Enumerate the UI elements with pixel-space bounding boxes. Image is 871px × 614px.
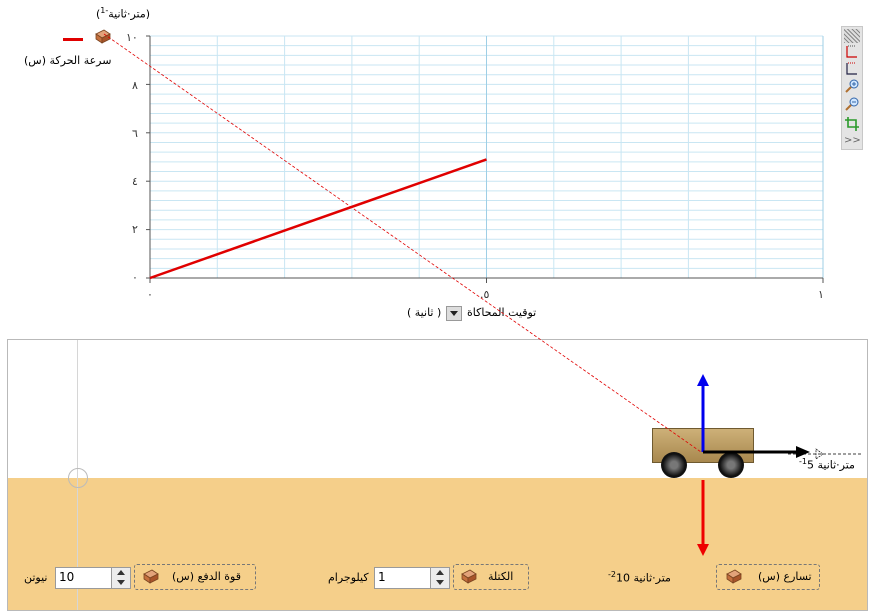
mass-input[interactable]: [375, 568, 429, 586]
mass-decrement-button[interactable]: [431, 578, 449, 588]
mass-spinner[interactable]: [374, 567, 450, 589]
mass-label: الكتلة: [488, 570, 514, 583]
mass-spinner-buttons: [430, 568, 449, 588]
force-spinner-buttons: [111, 568, 130, 588]
force-decrement-button[interactable]: [112, 578, 130, 588]
acceleration-label: تسارع (س): [758, 570, 812, 583]
force-input[interactable]: [56, 568, 110, 586]
force-unit: نيوتن: [24, 571, 48, 584]
box-icon[interactable]: [142, 568, 160, 584]
box-icon[interactable]: [460, 568, 478, 584]
mass-unit: كيلوجرام: [328, 571, 369, 584]
graph-to-cart-connector: [103, 33, 702, 453]
box-icon[interactable]: [725, 568, 743, 584]
force-spinner[interactable]: [55, 567, 131, 589]
acceleration-value: -2 متر·ثانية 10: [608, 570, 671, 585]
force-label: قوة الدفع (س): [172, 570, 242, 583]
